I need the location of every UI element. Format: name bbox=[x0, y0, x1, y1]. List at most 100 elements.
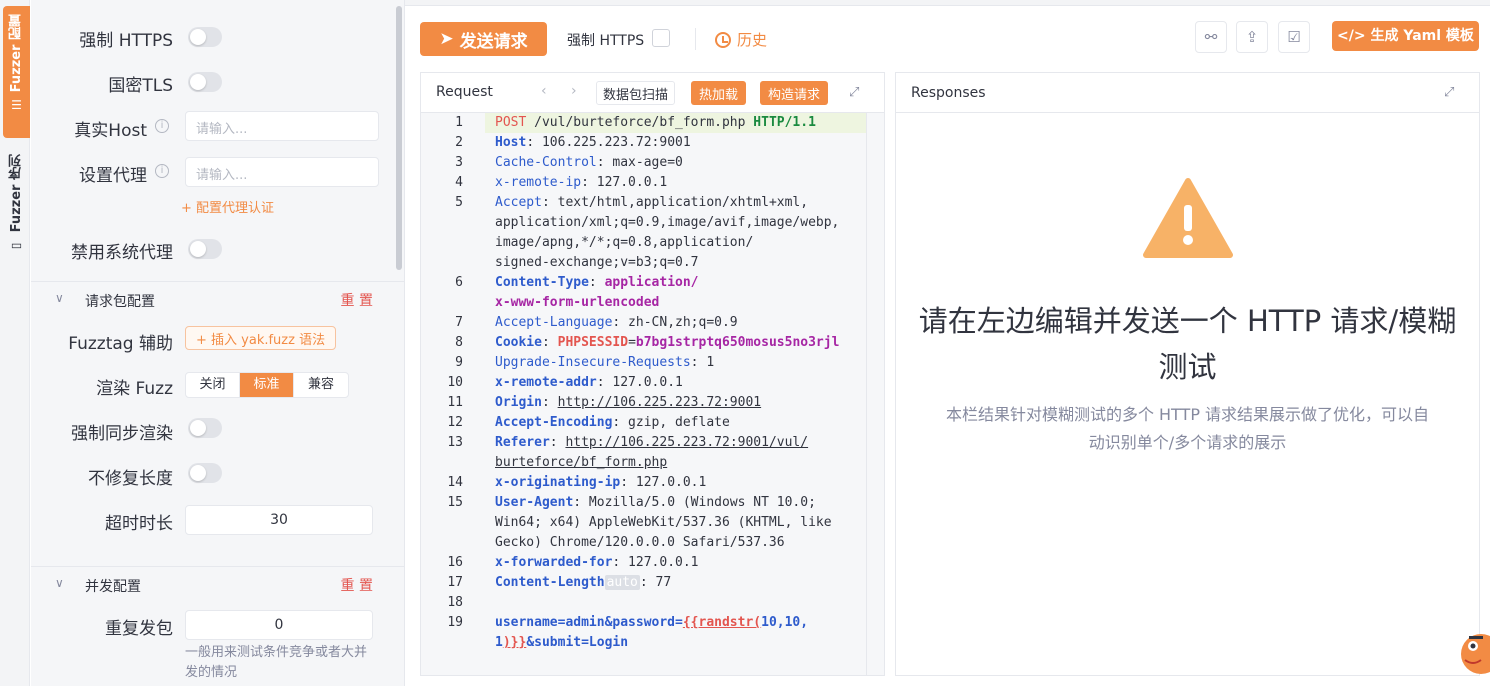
code-token: application/xml;q=0.9,image/avif,image/w… bbox=[495, 215, 840, 230]
chevron-right-icon[interactable]: › bbox=[571, 83, 577, 99]
code-token: : zh-CN,zh;q=0.9 bbox=[612, 315, 738, 330]
code-token: Origin bbox=[495, 395, 542, 410]
top-toolbar: ➤ 发送请求 强制 HTTPS 历史 ⚯ ⇪ ☑ </> 生成 Yaml 模板 bbox=[405, 0, 1490, 70]
code-line: Cache-Control: max-age=0 bbox=[495, 153, 683, 173]
code-token: http://106.225.223.72:9001 bbox=[557, 395, 762, 410]
repeat-send-label: 重复发包 bbox=[105, 619, 173, 639]
share-icon[interactable]: ⚯ bbox=[1195, 21, 1227, 53]
code-token: : text/html,application/xhtml+xml, bbox=[541, 195, 809, 210]
fullscreen-icon[interactable]: ⤢ bbox=[1444, 85, 1454, 100]
code-token: : 127.0.0.1 bbox=[620, 475, 707, 490]
force-sync-render-label: 强制同步渲染 bbox=[71, 424, 173, 444]
render-off-option[interactable]: 关闭 bbox=[186, 373, 240, 397]
code-line: Accept-Encoding: gzip, deflate bbox=[495, 413, 730, 433]
code-line: Content-Length auto: 77 bbox=[495, 573, 671, 593]
mascot-icon[interactable] bbox=[1455, 624, 1490, 686]
code-token: Upgrade-Insecure-Requests bbox=[495, 355, 691, 370]
insert-fuzz-button[interactable]: + 插入 yak.fuzz 语法 bbox=[185, 326, 337, 350]
request-panel: Request ‹ › 数据包扫描 热加载 构造请求 ⤢ 1 2 3 4 5 6 7 8 9 10… bbox=[420, 72, 885, 676]
concurrency-config-reset[interactable]: 重 置 bbox=[341, 575, 373, 595]
disable-system-proxy-switch[interactable] bbox=[188, 239, 222, 259]
code-token: Content-Length bbox=[495, 575, 605, 590]
repeat-send-input[interactable]: 0 bbox=[185, 610, 373, 640]
info-icon[interactable]: i bbox=[155, 119, 169, 133]
tab-fuzzer-config-label: Fuzzer 配置 bbox=[9, 14, 24, 93]
code-token: 1 bbox=[495, 635, 503, 650]
code-token: application/ bbox=[604, 275, 699, 290]
code-line: Accept-Language: zh-CN,zh;q=0.9 bbox=[495, 313, 738, 333]
packet-scan-button[interactable]: 数据包扫描 bbox=[596, 81, 676, 105]
response-header: Responses ⤢ bbox=[896, 73, 1479, 113]
code-token: : max-age=0 bbox=[596, 155, 683, 170]
code-token: &submit=Login bbox=[526, 635, 629, 650]
hot-reload-button[interactable]: 热加载 bbox=[691, 81, 747, 105]
real-host-input[interactable]: 请输入... bbox=[185, 111, 379, 141]
chevron-left-icon[interactable]: ‹ bbox=[541, 83, 547, 99]
render-compat-option[interactable]: 兼容 bbox=[294, 373, 348, 397]
code-line: x-remote-ip: 127.0.0.1 bbox=[495, 173, 667, 193]
send-request-button[interactable]: ➤ 发送请求 bbox=[420, 22, 547, 56]
force-https-label: 强制 HTTPS bbox=[79, 31, 173, 51]
warning-icon bbox=[1143, 178, 1233, 258]
code-token: : 127.0.0.1 bbox=[612, 555, 699, 570]
code-line: POST /vul/burteforce/bf_form.php HTTP/1.… bbox=[495, 113, 816, 133]
generate-yaml-button[interactable]: </> 生成 Yaml 模板 bbox=[1332, 21, 1479, 51]
code-token: )}} bbox=[502, 635, 527, 650]
code-line: Content-Type: application/ bbox=[495, 273, 699, 293]
tab-fuzzer-config[interactable]: Fuzzer 配置 ☰ bbox=[3, 6, 30, 138]
code-token: Accept bbox=[495, 195, 542, 210]
code-token: Accept-Language bbox=[495, 315, 613, 330]
layers-icon: ▭ bbox=[10, 238, 23, 253]
code-token: Content-Type bbox=[495, 275, 589, 290]
concurrency-config-section[interactable]: ∨ 并发配置 重 置 bbox=[31, 566, 404, 602]
tab-fuzzer-sequence[interactable]: Fuzzer 序列 ▭ bbox=[3, 146, 30, 262]
gm-tls-switch[interactable] bbox=[188, 72, 222, 92]
code-line: application/xml;q=0.9,image/avif,image/w… bbox=[495, 213, 839, 233]
code-line: Upgrade-Insecure-Requests: 1 bbox=[495, 353, 714, 373]
code-token: Gecko) Chrome/120.0.0.0 Safari/537.36 bbox=[495, 535, 785, 550]
force-sync-render-switch[interactable] bbox=[188, 418, 222, 438]
line-number: 4 bbox=[455, 175, 463, 190]
code-line: Accept: text/html,application/xhtml+xml, bbox=[495, 193, 808, 213]
upload-icon[interactable]: ⇪ bbox=[1236, 21, 1268, 53]
request-config-section[interactable]: ∨ 请求包配置 重 置 bbox=[31, 281, 404, 317]
code-token: x-originating-ip bbox=[495, 475, 621, 490]
timeout-input[interactable]: 30 bbox=[185, 505, 373, 535]
proxy-auth-link[interactable]: + 配置代理认证 bbox=[181, 197, 274, 216]
info-icon[interactable]: i bbox=[155, 164, 169, 178]
request-config-reset[interactable]: 重 置 bbox=[341, 290, 373, 310]
build-request-button[interactable]: 构造请求 bbox=[760, 81, 829, 105]
force-https-checkbox[interactable] bbox=[652, 29, 670, 47]
editor-scroll-track[interactable] bbox=[866, 113, 884, 675]
line-number: 11 bbox=[447, 395, 463, 410]
request-header: Request ‹ › 数据包扫描 热加载 构造请求 ⤢ bbox=[421, 73, 884, 113]
code-token: /vul/burteforce/bf_form.php bbox=[526, 115, 754, 130]
fullscreen-icon[interactable]: ⤢ bbox=[849, 85, 859, 100]
code-token: image/apng,*/*;q=0.8,application/ bbox=[495, 235, 754, 250]
config-scrollbar[interactable] bbox=[396, 6, 402, 270]
code-token: : bbox=[541, 395, 558, 410]
code-token: PHPSESSID bbox=[557, 335, 629, 350]
code-line: x-originating-ip: 127.0.0.1 bbox=[495, 473, 706, 493]
no-fix-length-switch[interactable] bbox=[188, 463, 222, 483]
code-line: Cookie: PHPSESSID=b7bg1strptq650mosus5no… bbox=[495, 333, 839, 353]
render-standard-option[interactable]: 标准 bbox=[240, 373, 294, 397]
chevron-down-icon: ∨ bbox=[55, 576, 64, 590]
line-number: 6 bbox=[455, 275, 463, 290]
code-token: : 106.225.223.72:9001 bbox=[526, 135, 691, 150]
empty-state-title: 请在左边编辑并发送一个 HTTP 请求/模糊测试 bbox=[918, 304, 1457, 384]
code-line: image/apng,*/*;q=0.8,application/ bbox=[495, 233, 753, 253]
history-button[interactable]: 历史 bbox=[715, 29, 767, 50]
proxy-input[interactable]: 请输入... bbox=[185, 157, 379, 187]
code-token: : 77 bbox=[639, 575, 672, 590]
check-export-icon[interactable]: ☑ bbox=[1278, 21, 1310, 53]
code-line: x-remote-addr: 127.0.0.1 bbox=[495, 373, 683, 393]
line-number: 7 bbox=[455, 315, 463, 330]
code-line: 1)}}&submit=Login bbox=[495, 633, 628, 653]
request-editor[interactable]: 1 2 3 4 5 6 7 8 9 10 11 12 13 14 15 16 17 18 19 POST /vul/… bbox=[421, 113, 884, 675]
line-number: 9 bbox=[455, 355, 463, 370]
request-config-title: 请求包配置 bbox=[85, 294, 155, 310]
code-token: : bbox=[549, 435, 566, 450]
code-token: : Mozilla/5.0 (Windows NT 10.0; bbox=[573, 495, 816, 510]
force-https-switch[interactable] bbox=[188, 27, 222, 47]
